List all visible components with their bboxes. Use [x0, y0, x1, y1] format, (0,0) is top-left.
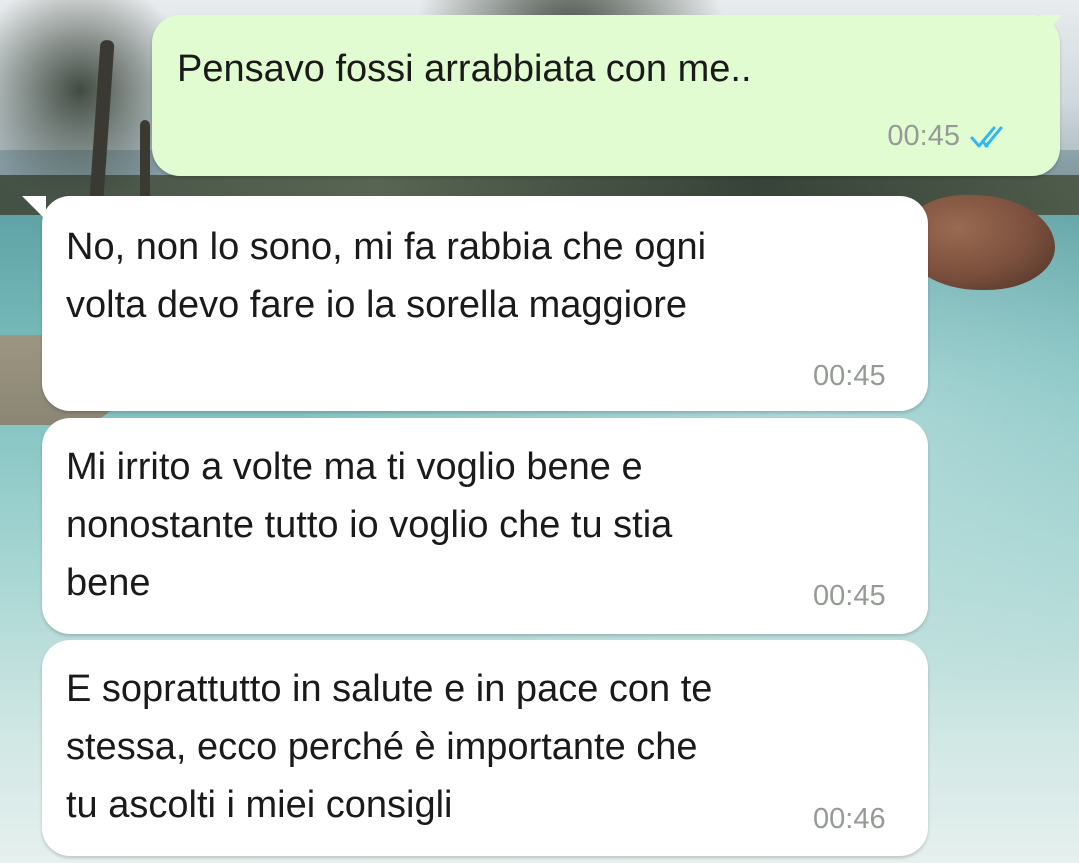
message-meta: 00:45 [813, 580, 886, 613]
message-text: No, non lo sono, mi fa rabbia che ogni v… [66, 226, 707, 326]
message-meta: 00:46 [813, 803, 886, 836]
message-time: 00:46 [813, 803, 886, 835]
message-text: Pensavo fossi arrabbiata con me.. [177, 48, 752, 90]
message-time: 00:45 [813, 580, 886, 612]
message-text: Mi irrito a volte ma ti voglio bene e no… [66, 446, 673, 604]
bubble-tail [1040, 15, 1062, 39]
message-time: 00:45 [813, 360, 886, 392]
chat-message-list[interactable]: Pensavo fossi arrabbiata con me.. 00:45 … [0, 0, 1079, 863]
double-check-icon [970, 124, 1016, 150]
bubble-tail [22, 196, 46, 220]
message-time: 00:45 [887, 120, 960, 152]
message-text: E soprattutto in salute e in pace con te… [66, 668, 713, 826]
message-meta: 00:45 [813, 360, 886, 393]
message-meta: 00:45 [887, 120, 1016, 153]
